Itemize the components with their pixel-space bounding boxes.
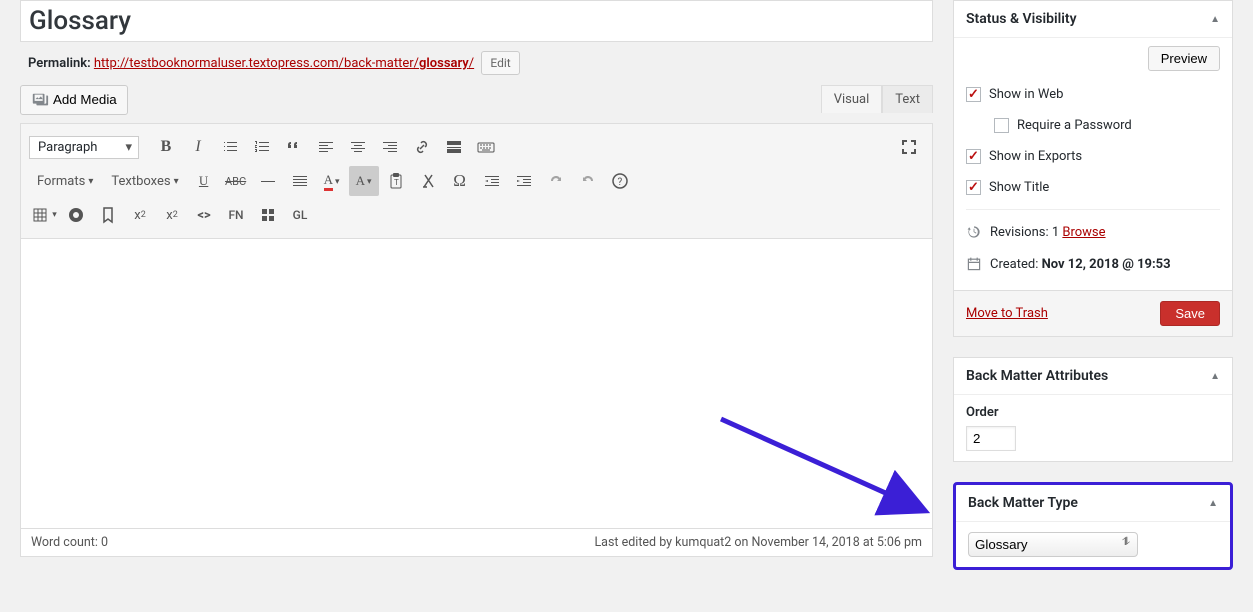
align-justify-button[interactable] — [285, 166, 315, 196]
table-button[interactable]: ▾ — [29, 200, 59, 230]
undo-button[interactable] — [541, 166, 571, 196]
blockquote-button[interactable] — [279, 132, 309, 162]
redo-button[interactable] — [573, 166, 603, 196]
order-label: Order — [966, 405, 1220, 426]
show-exports-checkbox[interactable] — [966, 149, 981, 164]
special-char-button[interactable]: Ω — [445, 166, 475, 196]
revisions-icon — [966, 224, 982, 240]
formats-dropdown[interactable]: Formats▾ — [29, 166, 101, 196]
help-button[interactable]: ? — [605, 166, 635, 196]
editor-status-bar: Word count: 0 Last edited by kumquat2 on… — [20, 529, 933, 557]
back-matter-type-panel: Back Matter Type▲ Glossary — [953, 482, 1233, 570]
code-button[interactable]: <> — [189, 200, 219, 230]
align-left-button[interactable] — [311, 132, 341, 162]
paragraph-select[interactable]: Paragraph — [29, 136, 139, 159]
calendar-icon — [966, 256, 982, 272]
gl-button[interactable]: GL — [285, 200, 315, 230]
back-matter-type-select[interactable]: Glossary — [968, 532, 1138, 557]
media-icon — [31, 91, 49, 109]
require-password-checkbox[interactable] — [994, 118, 1009, 133]
fullscreen-button[interactable] — [894, 132, 924, 162]
readmore-button[interactable] — [439, 132, 469, 162]
svg-text:?: ? — [617, 177, 622, 188]
annotation-arrow — [711, 409, 941, 529]
bookmark-button[interactable] — [93, 200, 123, 230]
last-edited: Last edited by kumquat2 on November 14, … — [594, 535, 922, 550]
require-password-label: Require a Password — [1017, 118, 1132, 133]
order-input[interactable] — [966, 426, 1016, 451]
textboxes-dropdown[interactable]: Textboxes▾ — [103, 166, 186, 196]
post-title[interactable]: Glossary — [29, 4, 924, 38]
preview-button[interactable]: Preview — [1148, 46, 1220, 71]
status-visibility-panel: Status & Visibility▲ Preview Show in Web… — [953, 0, 1233, 337]
permalink-row: Permalink: http://testbooknormaluser.tex… — [20, 47, 933, 85]
bg-color-button[interactable]: A▾ — [349, 166, 379, 196]
superscript-button[interactable]: x2 — [125, 200, 155, 230]
chevron-up-icon: ▲ — [1210, 371, 1220, 382]
show-web-checkbox[interactable] — [966, 87, 981, 102]
attributes-panel-header[interactable]: Back Matter Attributes▲ — [954, 358, 1232, 395]
hr-button[interactable] — [253, 166, 283, 196]
chevron-up-icon: ▲ — [1208, 498, 1218, 509]
number-list-button[interactable] — [247, 132, 277, 162]
subscript-button[interactable]: x2 — [157, 200, 187, 230]
align-center-button[interactable] — [343, 132, 373, 162]
type-panel-header[interactable]: Back Matter Type▲ — [956, 485, 1230, 522]
show-title-checkbox[interactable] — [966, 180, 981, 195]
permalink-link[interactable]: http://testbooknormaluser.textopress.com… — [94, 56, 474, 71]
show-exports-label: Show in Exports — [989, 149, 1082, 164]
align-right-button[interactable] — [375, 132, 405, 162]
add-media-button[interactable]: Add Media — [20, 85, 128, 115]
back-matter-attributes-panel: Back Matter Attributes▲ Order — [953, 357, 1233, 462]
tab-visual[interactable]: Visual — [821, 85, 883, 113]
underline-button[interactable]: U — [189, 166, 219, 196]
edit-permalink-button[interactable]: Edit — [481, 51, 519, 75]
fn-button[interactable]: FN — [221, 200, 251, 230]
italic-button[interactable]: I — [183, 132, 213, 162]
outdent-button[interactable] — [477, 166, 507, 196]
editor-toolbar: Paragraph B I Formats▾ Textboxes▾ U ABC — [20, 123, 933, 239]
status-panel-header[interactable]: Status & Visibility▲ — [954, 1, 1232, 38]
bullet-list-button[interactable] — [215, 132, 245, 162]
save-button[interactable]: Save — [1160, 301, 1220, 326]
show-title-label: Show Title — [989, 180, 1049, 195]
keyboard-button[interactable] — [471, 132, 501, 162]
text-color-button[interactable]: A▾ — [317, 166, 347, 196]
word-count: Word count: 0 — [31, 535, 108, 550]
title-container[interactable]: Glossary — [20, 0, 933, 42]
editor-content[interactable] — [20, 239, 933, 529]
tab-text[interactable]: Text — [882, 85, 933, 113]
strikethrough-button[interactable]: ABC — [221, 166, 251, 196]
paste-text-button[interactable]: T — [381, 166, 411, 196]
browse-revisions-link[interactable]: Browse — [1062, 225, 1105, 240]
grid-button[interactable] — [253, 200, 283, 230]
move-to-trash-link[interactable]: Move to Trash — [966, 306, 1048, 321]
clear-format-button[interactable] — [413, 166, 443, 196]
chevron-up-icon: ▲ — [1210, 14, 1220, 25]
permalink-label: Permalink: — [28, 56, 91, 71]
svg-text:T: T — [394, 178, 399, 187]
anchor-button[interactable] — [61, 200, 91, 230]
link-button[interactable] — [407, 132, 437, 162]
indent-button[interactable] — [509, 166, 539, 196]
bold-button[interactable]: B — [151, 132, 181, 162]
show-web-label: Show in Web — [989, 87, 1063, 102]
